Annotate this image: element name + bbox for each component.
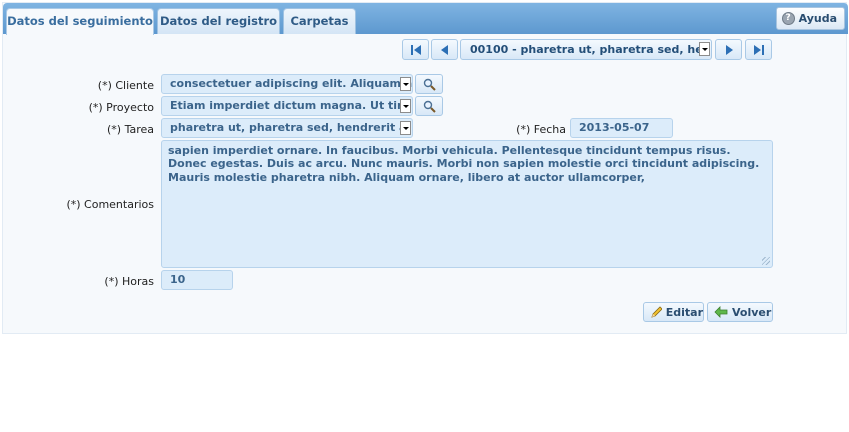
help-button[interactable]: ? Ayuda xyxy=(775,7,845,30)
fecha-label: (*) Fecha xyxy=(516,123,566,136)
proyecto-value: Etiam imperdiet dictum magna. Ut tincidu… xyxy=(170,99,412,112)
cliente-value: consectetuer adipiscing elit. Aliquam au… xyxy=(170,77,412,90)
last-record-button[interactable] xyxy=(745,39,772,60)
horas-label: (*) Horas xyxy=(104,275,154,288)
editar-label: Editar xyxy=(665,305,703,319)
tarea-select[interactable]: pharetra ut, pharetra sed, hendrerit a, … xyxy=(161,118,413,138)
help-label: Ayuda xyxy=(798,12,837,25)
tab-datos-registro[interactable]: Datos del registro xyxy=(157,8,280,34)
proyecto-select[interactable]: Etiam imperdiet dictum magna. Ut tincidu… xyxy=(161,96,413,116)
cliente-select[interactable]: consectetuer adipiscing elit. Aliquam au… xyxy=(161,74,413,94)
previous-record-button[interactable] xyxy=(431,39,458,60)
tab-datos-seguimiento[interactable]: Datos del seguimiento xyxy=(6,8,154,35)
volver-button[interactable]: Volver xyxy=(707,302,773,322)
tab-carpetas[interactable]: Carpetas xyxy=(283,8,356,34)
fecha-value: 2013-05-07 xyxy=(579,121,650,134)
resize-grip-icon[interactable] xyxy=(762,257,770,265)
volver-label: Volver xyxy=(732,305,772,319)
tab-bar: Datos del seguimiento Datos del registro… xyxy=(3,3,848,35)
horas-value: 10 xyxy=(170,273,186,286)
previous-record-icon xyxy=(441,45,448,55)
last-record-icon xyxy=(754,45,764,55)
chevron-down-icon xyxy=(699,42,710,56)
first-record-icon xyxy=(411,45,421,55)
help-icon: ? xyxy=(781,12,795,25)
editar-button[interactable]: Editar xyxy=(643,302,704,322)
comentarios-label: (*) Comentarios xyxy=(66,198,154,211)
cliente-label: (*) Cliente xyxy=(97,79,154,92)
record-selector[interactable]: 00100 - pharetra ut, pharetra sed, hendr… xyxy=(460,39,712,60)
green-arrow-left-icon xyxy=(714,306,728,318)
comentarios-value: sapien imperdiet ornare. In faucibus. Mo… xyxy=(168,144,760,184)
chevron-down-icon xyxy=(400,77,411,91)
chevron-down-icon xyxy=(400,121,411,135)
record-selector-value: 00100 - pharetra ut, pharetra sed, hendr… xyxy=(470,43,711,56)
proyecto-search-button[interactable] xyxy=(415,96,443,116)
proyecto-label: (*) Proyecto xyxy=(88,101,154,114)
pencil-icon xyxy=(651,306,662,318)
comentarios-textarea[interactable]: sapien imperdiet ornare. In faucibus. Mo… xyxy=(161,140,773,268)
chevron-down-icon xyxy=(400,99,411,113)
tarea-label: (*) Tarea xyxy=(106,123,154,136)
horas-field[interactable]: 10 xyxy=(161,270,233,290)
fecha-field[interactable]: 2013-05-07 xyxy=(570,118,673,138)
magnifier-icon xyxy=(423,78,436,91)
tarea-value: pharetra ut, pharetra sed, hendrerit a, … xyxy=(170,121,412,134)
magnifier-icon xyxy=(423,100,436,113)
first-record-button[interactable] xyxy=(402,39,429,60)
next-record-icon xyxy=(726,45,733,55)
next-record-button[interactable] xyxy=(715,39,742,60)
cliente-search-button[interactable] xyxy=(415,74,443,94)
